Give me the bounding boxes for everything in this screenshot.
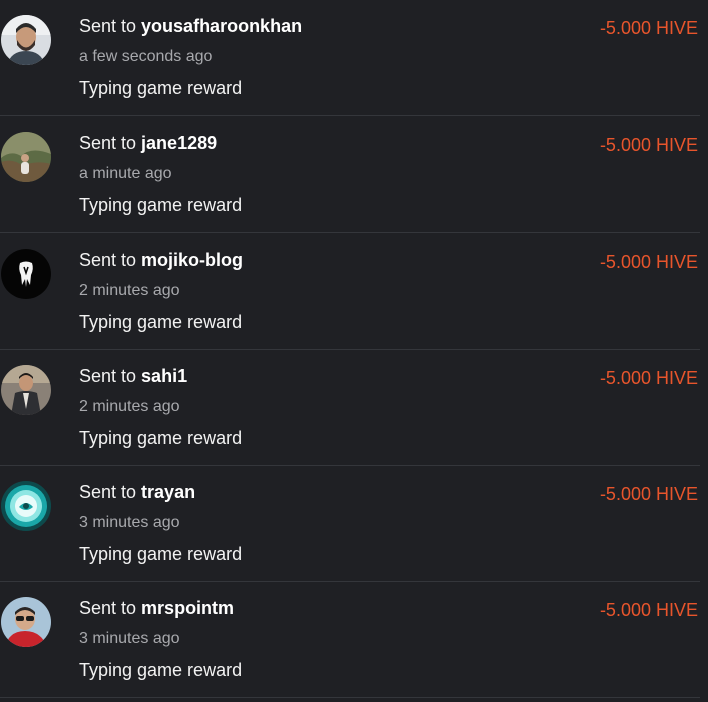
transaction-row[interactable]: Sent to trayan 3 minutes ago Typing game… xyxy=(0,466,700,582)
amount: -5.000 HIVE xyxy=(599,484,698,504)
sent-prefix: Sent to xyxy=(79,598,142,618)
sent-prefix: Sent to xyxy=(79,482,142,502)
sent-prefix: Sent to xyxy=(79,16,142,36)
recipient-link[interactable]: sahi1 xyxy=(141,366,187,386)
transaction-row[interactable]: Sent to sahi1 2 minutes ago Typing game … xyxy=(0,350,700,466)
timestamp: 2 minutes ago xyxy=(79,398,180,415)
sent-prefix: Sent to xyxy=(79,133,142,153)
sent-prefix: Sent to xyxy=(79,366,142,386)
recipient-link[interactable]: trayan xyxy=(141,482,195,502)
avatar-teal-emblem-icon[interactable] xyxy=(1,481,51,531)
amount: -5.000 HIVE xyxy=(599,135,698,155)
recipient-link[interactable]: mrspointm xyxy=(141,598,234,618)
transaction-title: Sent to yousafharoonkhan xyxy=(79,16,302,37)
memo: Typing game reward xyxy=(79,428,243,448)
transaction-list: Sent to yousafharoonkhan a few seconds a… xyxy=(0,0,708,702)
avatar-sunglasses-person-icon[interactable] xyxy=(1,597,51,647)
transaction-title: Sent to mojiko-blog xyxy=(79,250,243,271)
timestamp: 3 minutes ago xyxy=(79,514,180,531)
timestamp: a minute ago xyxy=(79,165,172,182)
memo: Typing game reward xyxy=(79,544,243,564)
memo: Typing game reward xyxy=(79,195,243,215)
avatar-outdoor-person-icon[interactable] xyxy=(1,132,51,182)
transaction-title: Sent to sahi1 xyxy=(79,366,187,387)
avatar-tooth-logo-icon[interactable] xyxy=(1,249,51,299)
memo: Typing game reward xyxy=(79,78,243,98)
amount: -5.000 HIVE xyxy=(599,600,698,620)
amount: -5.000 HIVE xyxy=(599,18,698,38)
recipient-link[interactable]: yousafharoonkhan xyxy=(141,16,302,36)
transaction-row[interactable]: Sent to mrspointm 3 minutes ago Typing g… xyxy=(0,582,700,698)
amount: -5.000 HIVE xyxy=(599,368,698,388)
amount: -5.000 HIVE xyxy=(599,252,698,272)
recipient-link[interactable]: mojiko-blog xyxy=(141,250,243,270)
transaction-title: Sent to jane1289 xyxy=(79,133,217,154)
memo: Typing game reward xyxy=(79,660,243,680)
transaction-title: Sent to trayan xyxy=(79,482,195,503)
timestamp: 3 minutes ago xyxy=(79,630,180,647)
memo: Typing game reward xyxy=(79,312,243,332)
transaction-row[interactable]: Sent to yousafharoonkhan a few seconds a… xyxy=(0,0,700,116)
avatar-man-beard-icon[interactable] xyxy=(1,15,51,65)
timestamp: a few seconds ago xyxy=(79,48,213,65)
sent-prefix: Sent to xyxy=(79,250,142,270)
transaction-title: Sent to mrspointm xyxy=(79,598,234,619)
avatar-man-standing-icon[interactable] xyxy=(1,365,51,415)
transaction-row[interactable]: Sent to mojiko-blog 2 minutes ago Typing… xyxy=(0,234,700,350)
timestamp: 2 minutes ago xyxy=(79,282,180,299)
recipient-link[interactable]: jane1289 xyxy=(141,133,217,153)
transaction-row[interactable]: Sent to jane1289 a minute ago Typing gam… xyxy=(0,117,700,233)
